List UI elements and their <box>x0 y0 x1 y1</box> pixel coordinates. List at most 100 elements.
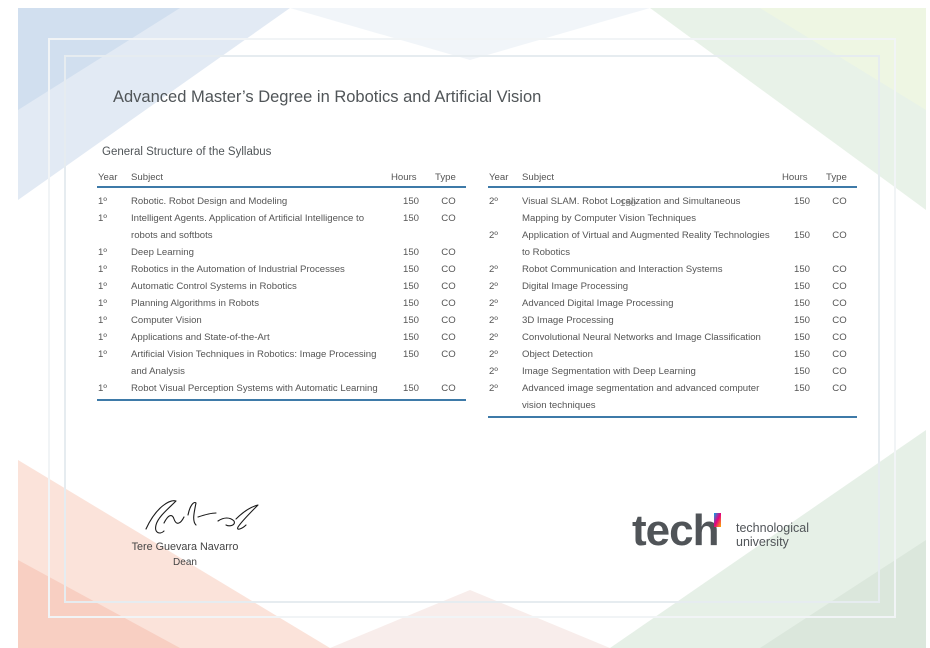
syllabus-table-year-1: Year Subject Hours Type 1º Robotic. Robot… <box>97 168 466 401</box>
table-row: Mapping by Computer Vision Techniques <box>488 210 857 227</box>
subject-cell: Robot Communication and Interaction Syst… <box>522 264 723 275</box>
hours-cell: 150 <box>402 213 419 224</box>
year-cell: 1º <box>97 380 131 401</box>
year-cell: 2º <box>489 264 498 275</box>
table-row: 1º Artificial Vision Techniques in Roboti… <box>97 346 466 363</box>
hours-cell: 150 <box>793 281 810 292</box>
type-cell: CO <box>441 196 456 207</box>
hours-cell: 150 <box>793 264 810 275</box>
table-row: 2º Robot Communication and Interaction Sy… <box>488 261 857 278</box>
year-cell: 2º <box>489 315 498 326</box>
year-cell <box>488 244 522 261</box>
syllabus-table-year-2: Year Subject Hours Type 2º Visual SLAM. R… <box>488 168 857 418</box>
table-row: 1º Automatic Control Systems in Robotics 1… <box>97 278 466 295</box>
logo-tagline-line2: university <box>736 535 789 549</box>
type-cell <box>822 244 857 261</box>
table-row: 2º Digital Image Processing 150 CO <box>488 278 857 295</box>
type-cell: CO <box>832 196 847 207</box>
subject-cell: vision techniques <box>522 397 782 418</box>
hours-cell: 150 <box>402 196 419 207</box>
hours-cell <box>782 397 822 418</box>
hours-cell <box>391 227 431 244</box>
type-cell: CO <box>441 247 456 258</box>
subject-cell: Computer Vision <box>131 315 202 326</box>
subject-cell: Robot Visual Perception Systems with Aut… <box>131 380 391 401</box>
year-cell: 1º <box>98 332 107 343</box>
subject-cell: Automatic Control Systems in Robotics <box>131 281 297 292</box>
year-header: Year <box>488 168 522 188</box>
subject-cell: and Analysis <box>131 366 185 377</box>
hours-cell <box>782 244 822 261</box>
type-cell: CO <box>441 315 456 326</box>
hours-cell: 150 <box>402 281 419 292</box>
type-cell: CO <box>441 298 456 309</box>
hours-cell: 150 <box>793 230 810 241</box>
signatory-name: Tere Guevara Navarro <box>131 541 239 553</box>
year-cell <box>97 363 131 380</box>
certificate-title: Advanced Master’s Degree in Robotics and… <box>113 88 542 106</box>
type-cell: CO <box>832 366 847 377</box>
hours-cell <box>391 363 431 380</box>
subject-cell: robots and softbots <box>131 230 213 241</box>
subject-cell: Object Detection <box>522 349 593 360</box>
table-row: 1º Robotic. Robot Design and Modeling 150 C… <box>97 187 466 210</box>
year-cell: 1º <box>98 264 107 275</box>
year-cell: 2º <box>489 349 498 360</box>
table-row: robots and softbots <box>97 227 466 244</box>
table-row: 2º Image Segmentation with Deep Learning 1… <box>488 363 857 380</box>
hours-header: Hours <box>782 168 822 188</box>
type-cell: CO <box>441 264 456 275</box>
table-row: 1º Applications and State-of-the-Art 150 CO <box>97 329 466 346</box>
subject-header: Subject <box>522 168 782 188</box>
year-header: Year <box>97 168 131 188</box>
hours-cell: 150 <box>402 332 419 343</box>
subject-cell: Application of Virtual and Augmented Rea… <box>522 230 770 241</box>
table-row: 2º Object Detection 150 CO <box>488 346 857 363</box>
type-cell: CO <box>832 383 847 394</box>
year-cell: 1º <box>98 213 107 224</box>
hours-cell: 150 <box>402 349 419 360</box>
subject-cell: 3D Image Processing <box>522 315 614 326</box>
hours-cell: 150 <box>391 380 431 401</box>
subject-cell: Advanced Digital Image Processing <box>522 298 674 309</box>
year-cell <box>488 397 522 418</box>
hours-cell: 150 <box>793 315 810 326</box>
type-cell: CO <box>441 281 456 292</box>
subject-cell: Deep Learning <box>131 247 194 258</box>
type-cell: CO <box>441 332 456 343</box>
hours-cell: 150 <box>402 298 419 309</box>
subject-cell: Image Segmentation with Deep Learning <box>522 366 696 377</box>
table-row: vision techniques <box>488 397 857 418</box>
type-cell: CO <box>832 332 847 343</box>
table-row: 1º Computer Vision 150 CO <box>97 312 466 329</box>
overlapping-hours-number: 150 <box>620 198 637 209</box>
subject-cell: Visual SLAM. Robot Localization and Simu… <box>522 196 741 207</box>
year-cell: 1º <box>98 247 107 258</box>
subject-cell: Convolutional Neural Networks and Image … <box>522 332 761 343</box>
year-cell: 2º <box>489 281 498 292</box>
table-row: 2º Advanced image segmentation and advanc… <box>488 380 857 397</box>
hours-cell: 150 <box>402 247 419 258</box>
year-cell: 1º <box>98 349 107 360</box>
hours-cell: 150 <box>793 196 810 207</box>
subject-cell: Robotic. Robot Design and Modeling <box>131 196 288 207</box>
hours-cell: 150 <box>793 366 810 377</box>
logo-tagline: technological university <box>736 521 809 549</box>
logo-wordmark: tech <box>632 506 719 555</box>
year-cell: 1º <box>98 315 107 326</box>
subject-cell: Applications and State-of-the-Art <box>131 332 270 343</box>
table-row: and Analysis <box>97 363 466 380</box>
table-row: 1º Robot Visual Perception Systems with A… <box>97 380 466 401</box>
type-cell: CO <box>832 281 847 292</box>
subject-cell: Mapping by Computer Vision Techniques <box>522 213 697 224</box>
subject-cell: Planning Algorithms in Robots <box>131 298 259 309</box>
year-cell: 2º <box>489 298 498 309</box>
subject-cell: Robotics in the Automation of Industrial… <box>131 264 345 275</box>
type-cell <box>431 363 466 380</box>
hours-cell: 150 <box>793 298 810 309</box>
subject-cell: Intelligent Agents. Application of Artif… <box>131 213 365 224</box>
hours-header: Hours <box>391 168 431 188</box>
type-cell <box>822 397 857 418</box>
hours-cell: 150 <box>793 383 810 394</box>
table-row: 2º 3D Image Processing 150 CO <box>488 312 857 329</box>
